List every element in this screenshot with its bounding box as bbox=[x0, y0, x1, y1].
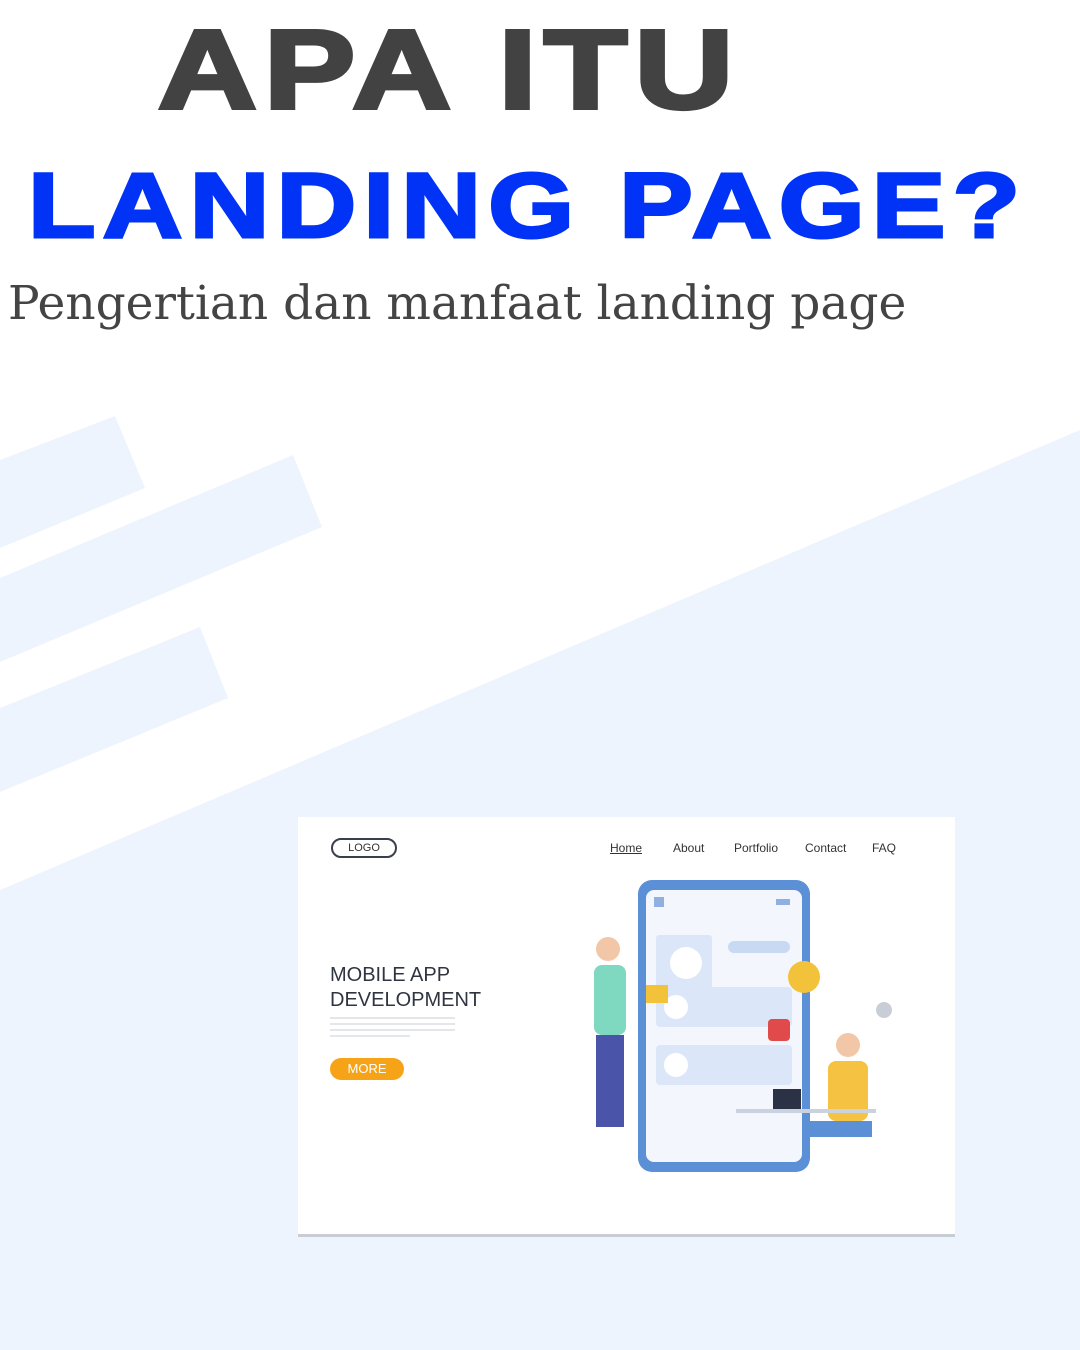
title-line-1: APA ITU bbox=[156, 7, 741, 132]
illustration bbox=[594, 880, 892, 1172]
placeholder-text bbox=[330, 1035, 410, 1037]
man-figure bbox=[594, 937, 626, 1127]
placeholder-text bbox=[330, 1023, 455, 1025]
landing-page-mockup: LOGO Home About Portfolio Contact FAQ MO… bbox=[298, 817, 955, 1237]
heading-line-1: MOBILE APP bbox=[330, 964, 451, 986]
battery-icon bbox=[776, 899, 790, 905]
woman-figure bbox=[808, 1033, 872, 1137]
mockup-logo: LOGO bbox=[331, 838, 397, 858]
nav-faq: FAQ bbox=[872, 841, 897, 855]
nav-home: Home bbox=[610, 841, 643, 855]
heart-icon bbox=[768, 1019, 790, 1041]
desk bbox=[736, 1109, 876, 1113]
placeholder-text bbox=[330, 1017, 455, 1019]
nav-about: About bbox=[673, 841, 705, 855]
nav-portfolio: Portfolio bbox=[734, 841, 779, 855]
nav-contact: Contact bbox=[805, 841, 847, 855]
mockup-heading: MOBILE APP DEVELOPMENT bbox=[330, 963, 481, 1013]
chart-icon bbox=[654, 897, 664, 907]
title-line-2: LANDING PAGE? bbox=[26, 155, 1028, 257]
gear-icon bbox=[876, 1002, 892, 1018]
more-button: MORE bbox=[330, 1058, 404, 1080]
heading-line-2: DEVELOPMENT bbox=[330, 989, 482, 1011]
placeholder-text bbox=[330, 1029, 455, 1031]
subtitle: Pengertian dan manfaat landing page bbox=[8, 276, 907, 331]
code-icon bbox=[646, 985, 668, 1003]
share-icon bbox=[788, 961, 820, 993]
laptop-icon bbox=[773, 1089, 801, 1109]
